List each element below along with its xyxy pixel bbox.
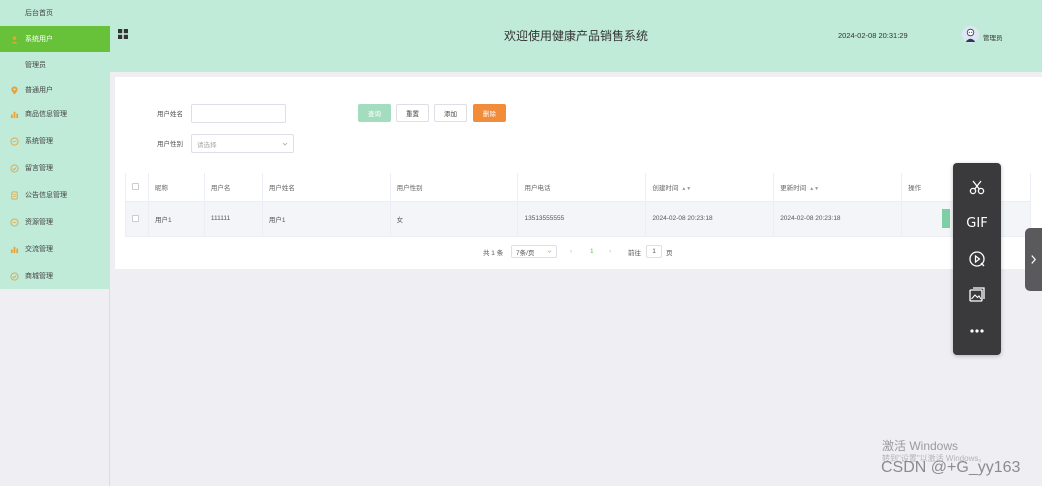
sidebar-item-product-info[interactable]: 商品信息管理 [0, 101, 110, 127]
column-header: 用户名 [204, 173, 263, 202]
sidebar-item-label: 商城管理 [25, 273, 53, 280]
goto-label: 前往 [628, 249, 641, 257]
table-cell: 13513555555 [517, 201, 647, 237]
table-cell: 111111 [204, 201, 263, 237]
column-header: 用户电话 [517, 173, 647, 202]
sidebar-item-home[interactable]: 后台首页 [0, 0, 110, 26]
table-cell: 女 [390, 201, 519, 237]
sidebar: 后台首页 系统用户 管理员 普通用户 商品信息管理 系统管理 留言管理 公告信息… [0, 0, 110, 486]
sidebar-item-resources[interactable]: 资源管理 [0, 209, 110, 235]
user-icon [9, 34, 20, 45]
column-header: 昵称 [148, 173, 205, 202]
check-circle-icon [9, 163, 20, 174]
search-button[interactable]: 查询 [358, 104, 391, 122]
header: 欢迎使用健康产品销售系统 2024-02-08 20:31:29 管理员 [110, 0, 1042, 72]
column-header-label: 创建时间 [652, 184, 679, 192]
column-header-label: 更新时间 [780, 184, 807, 192]
sidebar-item-messages[interactable]: 留言管理 [0, 155, 110, 181]
gender-filter-label: 用户性别 [157, 141, 183, 148]
chevron-down-icon [547, 250, 552, 253]
user-name[interactable]: 管理员 [983, 32, 1003, 42]
sidebar-item-mall[interactable]: 商城管理 [0, 263, 110, 289]
table-cell: 用户1 [148, 201, 205, 237]
chevron-right-icon [1031, 255, 1037, 264]
check-circle-icon [9, 271, 20, 282]
sidebar-item-system-manage[interactable]: 系统管理 [0, 128, 110, 154]
reset-button[interactable]: 重置 [396, 104, 429, 122]
gif-label: GIF [966, 215, 988, 231]
column-header: 用户姓名 [262, 173, 391, 202]
more-icon[interactable] [953, 313, 1001, 349]
sidebar-menu: 后台首页 系统用户 管理员 普通用户 商品信息管理 系统管理 留言管理 公告信息… [0, 0, 110, 289]
column-header-sortable[interactable]: 更新时间 ▲▼ [773, 173, 903, 202]
data-table: 昵称 用户名 用户姓名 用户性别 用户电话 创建时间 ▲▼ 更新时间 ▲▼ 操作 用… [125, 173, 1031, 237]
image-icon[interactable] [953, 277, 1001, 313]
goto-page-input[interactable]: 1 [646, 245, 662, 258]
table-row[interactable]: 用户1 111111 用户1 女 13513555555 2024-02-08 … [125, 201, 1031, 237]
select-all-checkbox-cell[interactable] [125, 173, 149, 202]
table-cell: 2024-02-08 20:23:18 [773, 201, 903, 237]
scissors-icon[interactable] [953, 169, 1001, 205]
sidebar-item-label: 管理员 [25, 62, 46, 69]
sort-icon[interactable]: ▲▼ [809, 186, 819, 192]
pagination-total: 共 1 条 [483, 249, 504, 257]
sort-icon[interactable]: ▲▼ [681, 186, 691, 192]
sidebar-item-label: 资源管理 [25, 219, 53, 226]
prev-page-button[interactable]: ‹ [570, 245, 572, 258]
sidebar-item-announcements[interactable]: 公告信息管理 [0, 182, 110, 208]
main-content: 用户姓名 用户性别 请选择 查询 重置 添加 删除 昵称 用户名 用户姓名 用户… [115, 77, 1042, 269]
delete-button[interactable]: 删除 [473, 104, 506, 122]
row-checkbox-cell[interactable] [125, 201, 149, 237]
bar-chart-icon [9, 109, 20, 120]
location-pin-icon [9, 85, 20, 96]
page-size-select[interactable]: 7条/页 [511, 245, 557, 258]
add-button[interactable]: 添加 [434, 104, 467, 122]
sidebar-item-admin[interactable]: 管理员 [0, 52, 110, 78]
page-suffix: 页 [666, 249, 673, 257]
sidebar-item-normal-users[interactable]: 普通用户 [0, 77, 110, 103]
sidebar-item-label: 系统管理 [25, 138, 53, 145]
chevron-down-icon [282, 142, 288, 146]
table-cell: 2024-02-08 20:23:18 [645, 201, 775, 237]
chat-icon [9, 217, 20, 228]
next-page-button[interactable]: › [609, 245, 611, 258]
sidebar-item-label: 普通用户 [25, 87, 53, 94]
bar-chart-icon [9, 244, 20, 255]
csdn-watermark: CSDN @+G_yy163 [881, 459, 1021, 476]
table-header-row: 昵称 用户名 用户姓名 用户性别 用户电话 创建时间 ▲▼ 更新时间 ▲▼ 操作 [125, 173, 1031, 202]
gender-select[interactable]: 请选择 [191, 134, 294, 153]
sidebar-item-system-users[interactable]: 系统用户 [0, 26, 110, 52]
windows-activation-watermark: 激活 Windows [882, 439, 959, 453]
column-header: 用户性别 [390, 173, 519, 202]
sidebar-item-exchange[interactable]: 交流管理 [0, 236, 110, 262]
sidebar-item-label: 交流管理 [25, 246, 53, 253]
current-datetime: 2024-02-08 20:31:29 [838, 31, 908, 40]
gender-select-placeholder: 请选择 [197, 141, 217, 149]
avatar[interactable] [962, 26, 979, 43]
current-page[interactable]: 1 [590, 245, 594, 258]
sidebar-item-label: 后台首页 [25, 10, 53, 17]
name-filter-label: 用户姓名 [157, 111, 183, 118]
page-size-value: 7条/页 [516, 249, 535, 257]
sidebar-item-label: 留言管理 [25, 165, 53, 172]
row-action-button[interactable] [942, 209, 951, 228]
sidebar-item-label: 商品信息管理 [25, 111, 67, 118]
pagination: 共 1 条 7条/页 ‹ 1 › 前往 1 页 [115, 245, 1042, 259]
table-cell: 用户1 [262, 201, 391, 237]
gif-tool-button[interactable]: GIF [953, 205, 1001, 241]
panel-collapse-handle[interactable] [1025, 228, 1042, 291]
document-icon [9, 190, 20, 201]
sidebar-item-label: 系统用户 [25, 36, 53, 43]
chat-icon [9, 136, 20, 147]
sidebar-item-label: 公告信息管理 [25, 192, 67, 199]
screenshot-tool-panel: GIF [953, 163, 1001, 355]
select-all-checkbox[interactable] [132, 183, 139, 191]
row-checkbox[interactable] [132, 214, 139, 222]
record-icon[interactable] [953, 241, 1001, 277]
name-filter-input[interactable] [191, 104, 286, 123]
column-header-sortable[interactable]: 创建时间 ▲▼ [645, 173, 775, 202]
